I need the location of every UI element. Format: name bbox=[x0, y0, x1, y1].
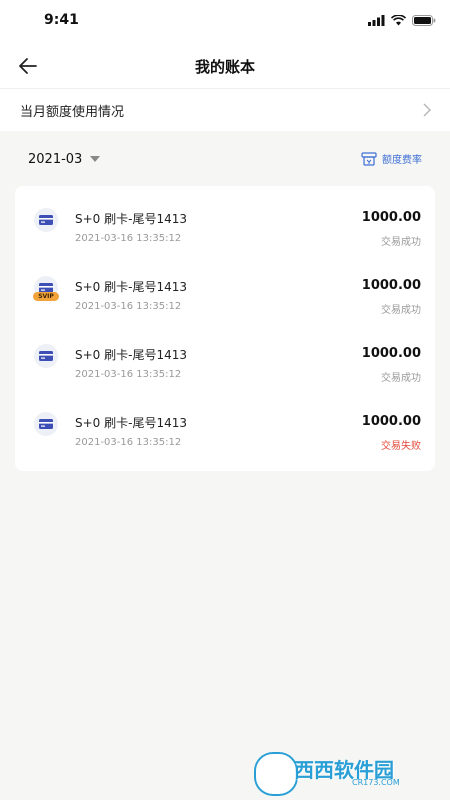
transaction-title: S+0 刷卡-尾号1413 bbox=[75, 416, 187, 430]
transaction-amount: 1000.00 bbox=[361, 278, 421, 293]
transaction-title: S+0 刷卡-尾号1413 bbox=[75, 280, 187, 294]
rate-icon bbox=[361, 151, 377, 166]
chevron-right-icon bbox=[423, 103, 431, 117]
filter-row: 2021-03 额度费率 bbox=[0, 140, 450, 178]
transaction-time: 2021-03-16 13:35:12 bbox=[75, 233, 182, 244]
month-selector[interactable]: 2021-03 bbox=[28, 152, 82, 167]
watermark-logo bbox=[256, 754, 296, 794]
card-icon bbox=[34, 344, 58, 368]
transaction-amount: 1000.00 bbox=[361, 414, 421, 429]
transaction-status-failed: 交易失败 bbox=[381, 441, 421, 452]
rate-link[interactable]: 额度费率 bbox=[361, 151, 422, 166]
rate-link-label: 额度费率 bbox=[382, 155, 422, 166]
nav-bar: 我的账本 bbox=[0, 44, 450, 89]
transaction-list: S+0 刷卡-尾号1413 2021-03-16 13:35:12 1000.0… bbox=[15, 186, 435, 471]
transaction-amount: 1000.00 bbox=[361, 210, 421, 225]
transaction-time: 2021-03-16 13:35:12 bbox=[75, 369, 182, 380]
transaction-item[interactable]: S+0 刷卡-尾号1413 2021-03-16 13:35:12 1000.0… bbox=[15, 390, 435, 458]
card-icon: SVIP bbox=[33, 276, 59, 301]
transaction-amount: 1000.00 bbox=[361, 346, 421, 361]
transaction-status: 交易成功 bbox=[381, 373, 421, 384]
card-icon bbox=[34, 412, 58, 436]
status-time: 9:41 bbox=[44, 12, 79, 28]
card-icon bbox=[34, 208, 58, 232]
transaction-item[interactable]: S+0 刷卡-尾号1413 2021-03-16 13:35:12 1000.0… bbox=[15, 186, 435, 254]
quota-usage-row[interactable]: 当月额度使用情况 bbox=[0, 89, 450, 131]
transaction-title: S+0 刷卡-尾号1413 bbox=[75, 212, 187, 226]
caret-down-icon[interactable] bbox=[90, 156, 100, 162]
transaction-time: 2021-03-16 13:35:12 bbox=[75, 301, 182, 312]
transaction-status: 交易成功 bbox=[381, 237, 421, 248]
watermark-sub: CR173.COM bbox=[352, 778, 400, 787]
page-title: 我的账本 bbox=[194, 58, 255, 76]
transaction-item[interactable]: SVIP S+0 刷卡-尾号1413 2021-03-16 13:35:12 1… bbox=[15, 254, 435, 322]
wifi-icon bbox=[391, 14, 406, 25]
transaction-item[interactable]: S+0 刷卡-尾号1413 2021-03-16 13:35:12 1000.0… bbox=[15, 322, 435, 390]
status-icons bbox=[368, 13, 436, 27]
svip-badge: SVIP bbox=[33, 292, 59, 301]
signal-icon bbox=[368, 14, 385, 26]
status-bar: 9:41 bbox=[0, 0, 450, 44]
transaction-time: 2021-03-16 13:35:12 bbox=[75, 437, 182, 448]
quota-usage-label: 当月额度使用情况 bbox=[20, 105, 125, 120]
transaction-status: 交易成功 bbox=[381, 305, 421, 316]
watermark: 西西软件园 CR173.COM bbox=[254, 752, 434, 794]
battery-icon bbox=[412, 14, 436, 26]
transaction-title: S+0 刷卡-尾号1413 bbox=[75, 348, 187, 362]
